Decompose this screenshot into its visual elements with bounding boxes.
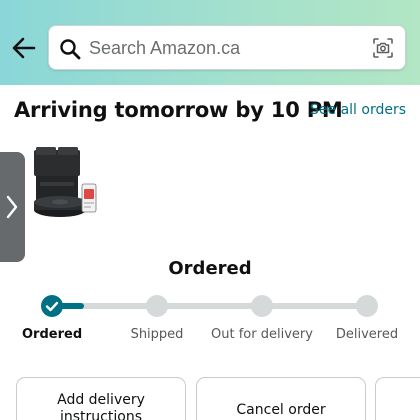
step-dot-out-for-delivery [251,295,273,317]
cancel-order-button[interactable]: Cancel order [196,377,366,420]
arrow-left-icon[interactable] [10,34,38,62]
step-dot-delivered [356,295,378,317]
product-image[interactable] [26,142,106,244]
check-icon [45,301,59,312]
cancel-order-label: Cancel order [236,402,326,418]
step-dot-shipped [146,295,168,317]
progress-track [52,303,368,309]
delivery-headline: Arriving tomorrow by 10 PM [14,98,343,122]
search-icon [60,39,81,60]
top-header: Search Amazon.ca [0,0,420,85]
see-all-orders-link[interactable]: See all orders [310,102,406,118]
add-delivery-instructions-button[interactable]: Add delivery instructions [16,377,186,420]
add-delivery-instructions-label: Add delivery instructions [57,392,145,420]
step-label-delivered: Delivered [335,327,399,342]
more-action-button[interactable] [375,377,420,420]
camera-scan-icon[interactable] [372,37,394,59]
step-dot-ordered [41,295,63,317]
step-label-out-for-delivery: Out for delivery [211,327,313,342]
order-status-title: Ordered [168,258,252,279]
side-drawer-tab[interactable] [0,152,25,262]
step-label-shipped: Shipped [130,327,184,342]
search-input[interactable]: Search Amazon.ca [48,25,406,70]
step-label-ordered: Ordered [22,327,83,342]
chevron-right-icon [6,195,18,219]
search-placeholder: Search Amazon.ca [89,38,241,58]
